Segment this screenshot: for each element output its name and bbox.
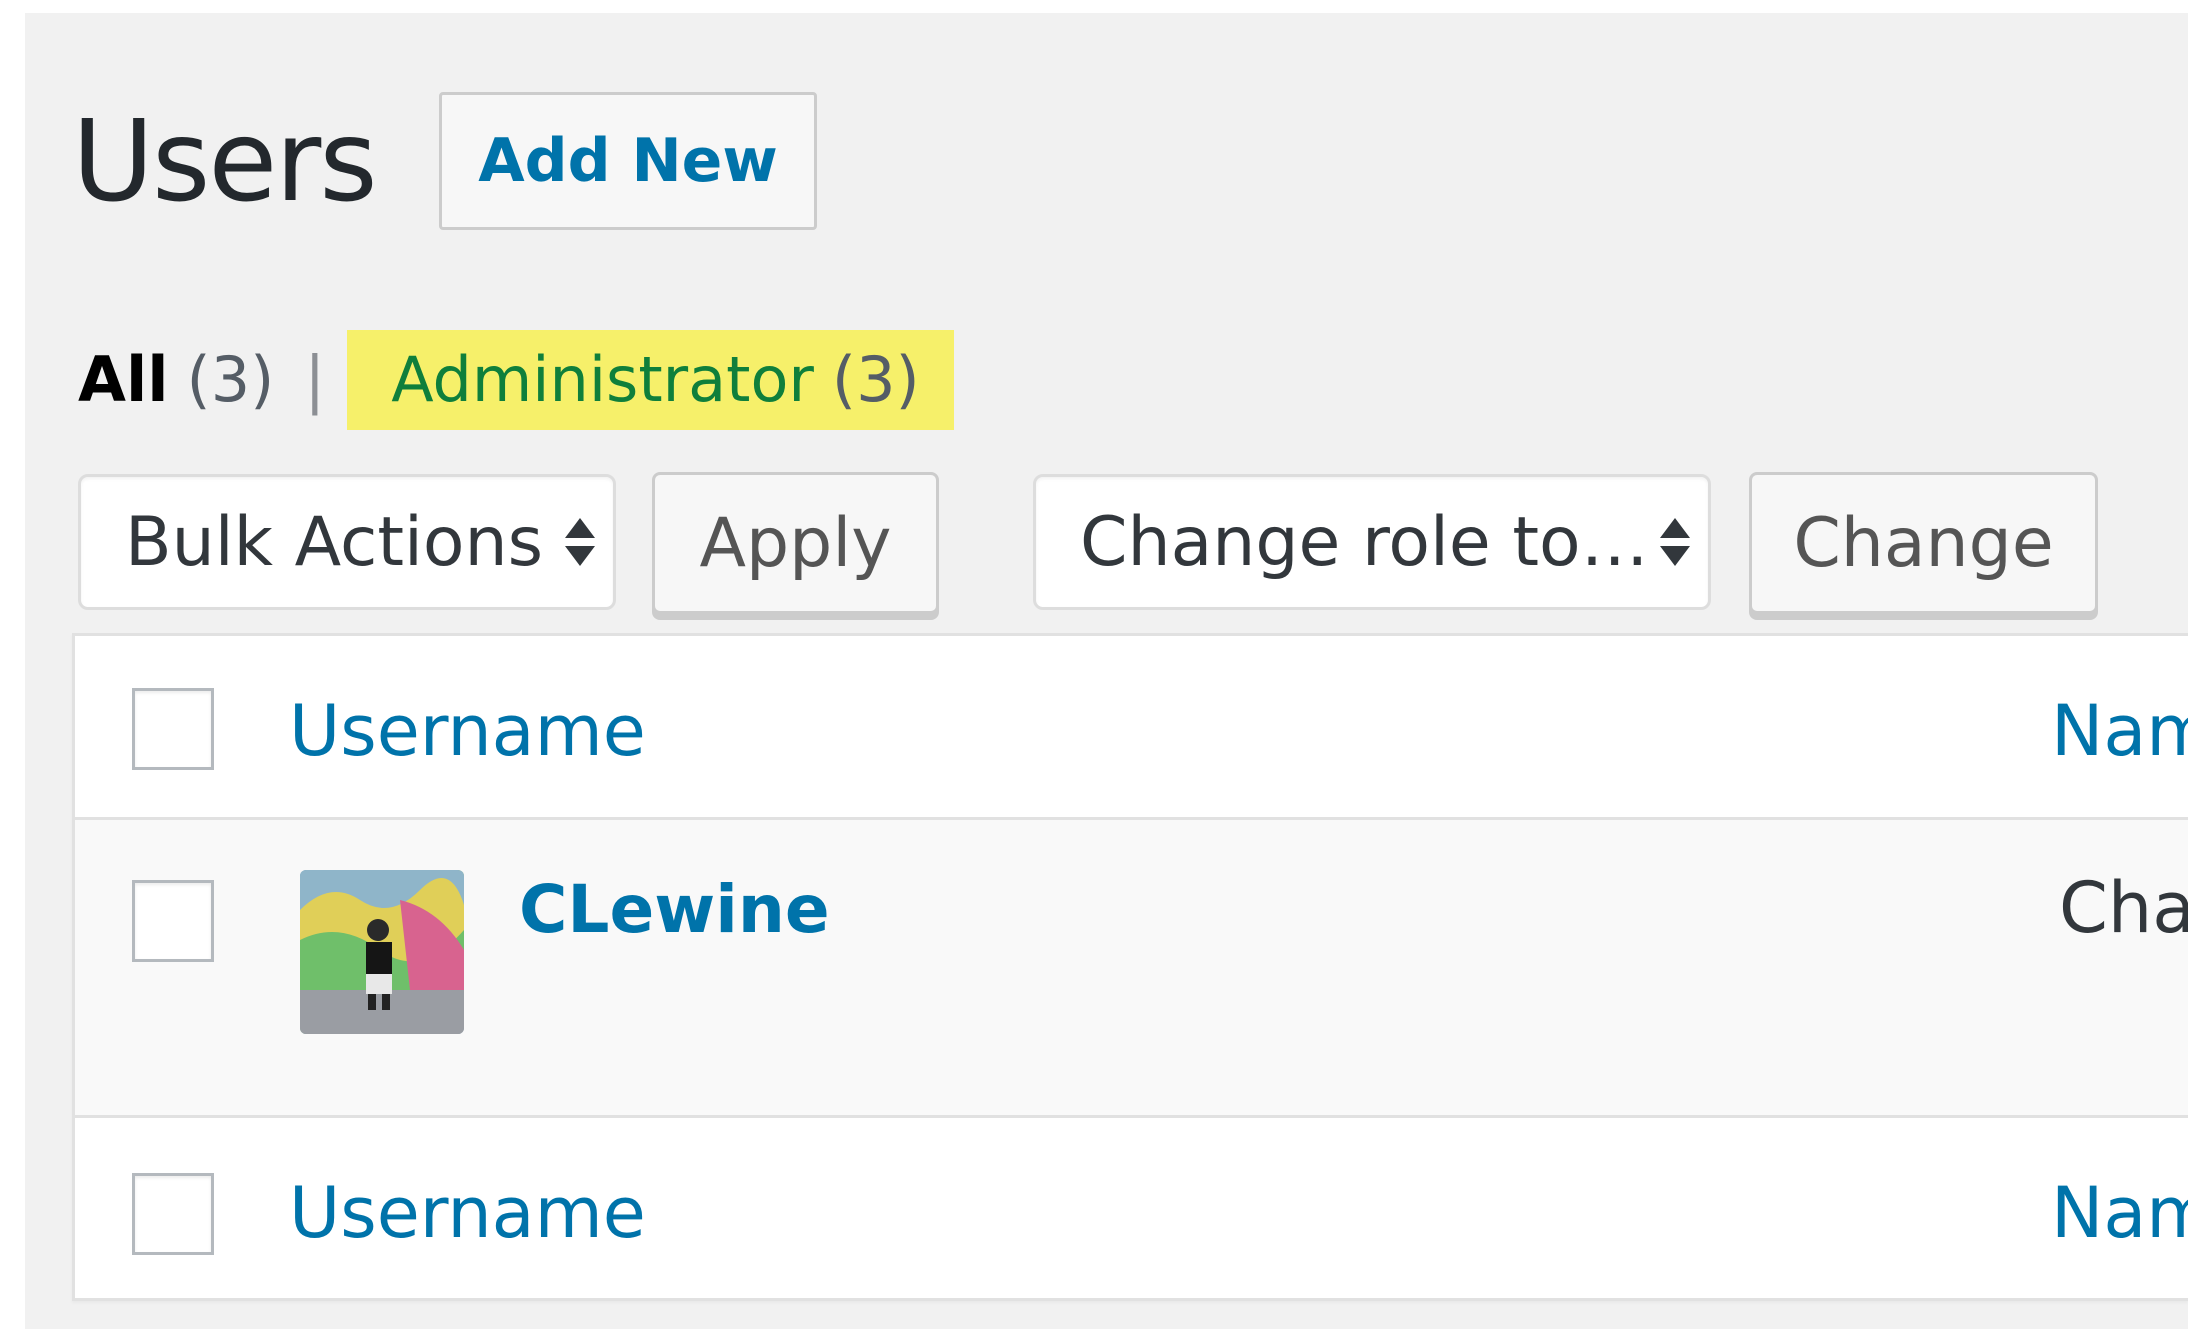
row-select-checkbox[interactable] [132, 880, 214, 962]
username-column-header[interactable]: Username [289, 681, 646, 781]
view-separator: | [304, 343, 326, 416]
select-arrows-icon [1660, 518, 1690, 566]
view-all-label: All [78, 343, 169, 416]
view-administrator-count: (3) [831, 343, 920, 416]
view-all-count: (3) [186, 343, 275, 416]
table-header-row: Username Nam [75, 636, 2188, 820]
bulk-actions-select[interactable]: Bulk Actions [78, 474, 616, 610]
page-title: Users [72, 97, 378, 227]
bulk-actions-value: Bulk Actions [125, 502, 544, 582]
select-all-checkbox-footer[interactable] [132, 1173, 214, 1255]
user-role-filter: All (3) | Administrator (3) [78, 330, 954, 430]
users-table: Username Nam CLewine Cha Username Nam [72, 633, 2188, 1301]
name-cell: Cha [2059, 867, 2188, 949]
table-row: CLewine Cha [75, 820, 2188, 1118]
username-column-footer[interactable]: Username [289, 1163, 646, 1263]
apply-button[interactable]: Apply [652, 472, 939, 614]
name-column-footer[interactable]: Nam [2051, 1163, 2188, 1263]
change-role-value: Change role to… [1080, 502, 1649, 582]
view-all-link[interactable]: All [78, 330, 169, 430]
view-administrator-label: Administrator [391, 343, 814, 416]
table-footer-row: Username Nam [75, 1118, 2188, 1298]
add-new-button[interactable]: Add New [439, 92, 817, 230]
avatar-image [300, 870, 464, 1034]
user-avatar [300, 870, 464, 1034]
name-column-header[interactable]: Nam [2051, 681, 2188, 781]
change-role-select[interactable]: Change role to… [1033, 474, 1711, 610]
view-administrator-link[interactable]: Administrator (3) [347, 330, 954, 430]
select-all-checkbox[interactable] [132, 688, 214, 770]
username-link[interactable]: CLewine [519, 860, 830, 960]
select-arrows-icon [565, 518, 595, 566]
change-role-button[interactable]: Change [1749, 472, 2098, 614]
